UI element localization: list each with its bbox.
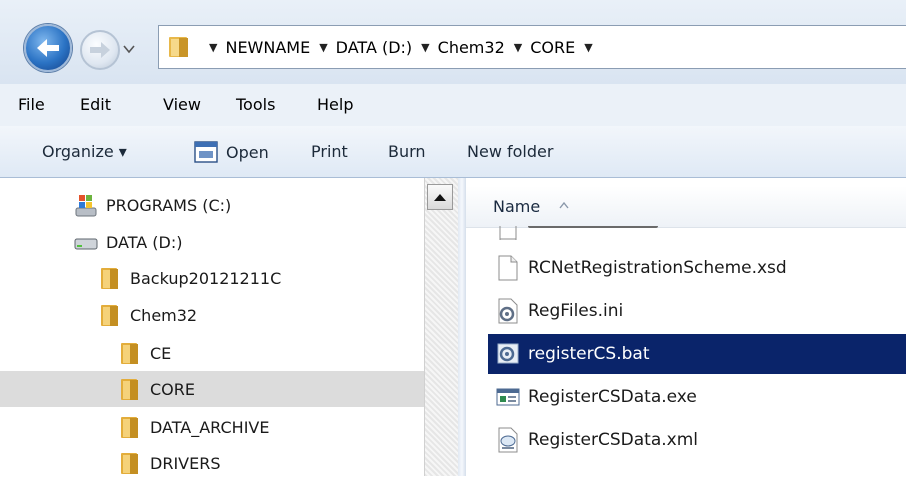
new-folder-button[interactable]: New folder bbox=[467, 126, 553, 178]
tree-item-core-folder[interactable]: CORE bbox=[118, 371, 195, 407]
breadcrumb-item[interactable]: NEWNAME bbox=[225, 38, 310, 57]
breadcrumb: ▼ NEWNAME ▼ DATA (D:) ▼ Chem32 ▼ CORE ▼ bbox=[200, 25, 601, 69]
menu-bar bbox=[0, 84, 906, 126]
forward-arrow-icon bbox=[90, 42, 110, 58]
tree-item-label: CORE bbox=[150, 379, 195, 399]
breadcrumb-chevron-icon[interactable]: ▼ bbox=[209, 41, 217, 54]
pane-splitter[interactable] bbox=[458, 178, 466, 476]
menu-help[interactable]: Help bbox=[317, 84, 353, 126]
recent-pages-chevron-icon[interactable] bbox=[122, 42, 136, 56]
tree-item-label: Backup20121211C bbox=[130, 268, 282, 288]
xml-file-icon bbox=[498, 427, 518, 453]
navigation-scrollbar[interactable] bbox=[424, 178, 458, 476]
file-row[interactable]: RCNetRegistrationScheme.xsd bbox=[488, 248, 906, 288]
file-name: RegFiles.ini bbox=[528, 301, 624, 321]
file-row[interactable]: RegFiles.ini bbox=[488, 291, 906, 331]
folder-icon bbox=[121, 379, 138, 400]
menu-file[interactable]: File bbox=[18, 84, 45, 126]
forward-button[interactable] bbox=[80, 30, 120, 70]
breadcrumb-item[interactable]: CORE bbox=[530, 38, 575, 57]
command-bar bbox=[0, 126, 906, 178]
open-button-label: Open bbox=[226, 142, 269, 162]
tree-item-label: DRIVERS bbox=[150, 453, 221, 473]
clipped-filename-fragment bbox=[528, 226, 668, 228]
folder-icon bbox=[101, 305, 118, 326]
tree-item-label: DATA (D:) bbox=[106, 232, 183, 252]
folder-icon bbox=[121, 343, 138, 364]
tree-item-ce-folder[interactable]: CE bbox=[118, 335, 171, 371]
back-button[interactable] bbox=[24, 24, 72, 72]
print-button[interactable]: Print bbox=[311, 126, 348, 178]
folder-icon bbox=[101, 268, 118, 289]
file-name: RCNetRegistrationScheme.xsd bbox=[528, 258, 787, 278]
menu-view[interactable]: View bbox=[163, 84, 201, 126]
open-window-icon bbox=[194, 141, 218, 163]
tree-selection-highlight bbox=[0, 371, 424, 407]
tree-item-data-drive[interactable]: DATA (D:) bbox=[74, 224, 183, 260]
hard-drive-icon bbox=[74, 238, 98, 250]
file-name: RegisterCSData.xml bbox=[528, 430, 698, 450]
tree-item-data-archive-folder[interactable]: DATA_ARCHIVE bbox=[118, 409, 269, 445]
menu-tools[interactable]: Tools bbox=[236, 84, 275, 126]
breadcrumb-item[interactable]: Chem32 bbox=[438, 38, 505, 57]
breadcrumb-chevron-icon[interactable]: ▼ bbox=[319, 41, 327, 54]
open-button[interactable]: Open bbox=[194, 126, 269, 178]
exe-file-icon bbox=[496, 388, 520, 406]
file-name: registerCS.bat bbox=[528, 344, 650, 364]
burn-button[interactable]: Burn bbox=[388, 126, 426, 178]
back-arrow-icon bbox=[37, 39, 59, 57]
tree-item-chem32-folder[interactable]: Chem32 bbox=[98, 297, 197, 333]
organize-button[interactable]: Organize ▾ bbox=[42, 126, 127, 178]
file-name: RegisterCSData.exe bbox=[528, 387, 697, 407]
tree-item-programs-drive[interactable]: PROGRAMS (C:) bbox=[74, 187, 231, 223]
blank-file-icon bbox=[498, 255, 518, 281]
folder-icon bbox=[169, 37, 188, 57]
breadcrumb-item[interactable]: DATA (D:) bbox=[336, 38, 413, 57]
windows-drive-icon bbox=[75, 195, 97, 217]
triangle-up-icon bbox=[434, 194, 446, 201]
tree-item-label: DATA_ARCHIVE bbox=[150, 417, 270, 437]
file-row[interactable]: RegisterCSData.exe bbox=[488, 377, 906, 417]
breadcrumb-chevron-icon[interactable]: ▼ bbox=[584, 41, 592, 54]
folder-icon bbox=[121, 417, 138, 438]
tree-item-backup-folder[interactable]: Backup20121211C bbox=[98, 260, 281, 296]
folder-icon bbox=[121, 453, 138, 474]
file-row-selected[interactable]: registerCS.bat bbox=[488, 334, 906, 374]
scroll-up-button[interactable] bbox=[427, 184, 453, 210]
name-column-label: Name bbox=[493, 197, 541, 216]
sort-ascending-icon bbox=[559, 201, 569, 209]
breadcrumb-chevron-icon[interactable]: ▼ bbox=[514, 41, 522, 54]
partially-hidden-file-row bbox=[496, 226, 896, 240]
tree-item-label: Chem32 bbox=[130, 305, 198, 325]
menu-edit[interactable]: Edit bbox=[80, 84, 111, 126]
batch-file-icon bbox=[497, 343, 519, 364]
breadcrumb-chevron-icon[interactable]: ▼ bbox=[421, 41, 429, 54]
blank-file-icon bbox=[499, 226, 517, 240]
settings-file-icon bbox=[498, 298, 518, 324]
tree-item-label: CE bbox=[150, 343, 172, 363]
tree-item-label: PROGRAMS (C:) bbox=[106, 195, 232, 215]
file-row[interactable]: RegisterCSData.xml bbox=[488, 420, 906, 460]
